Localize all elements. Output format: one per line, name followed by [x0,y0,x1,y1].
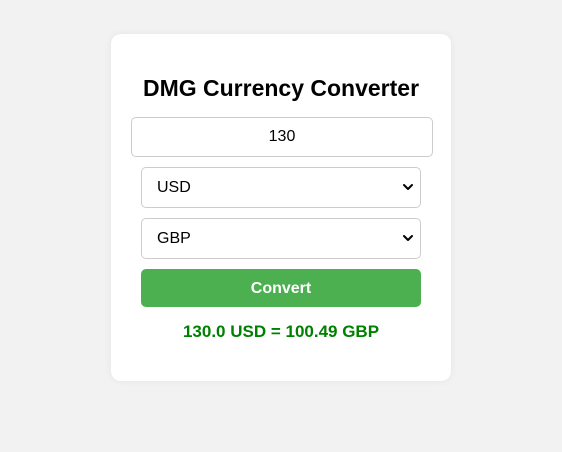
from-currency-value: USD [157,179,191,196]
to-currency-select[interactable]: GBP [141,218,421,259]
chevron-down-icon [403,184,413,190]
to-currency-value: GBP [157,230,191,247]
from-currency-select[interactable]: USD [141,167,421,208]
conversion-result: 130.0 USD = 100.49 GBP [182,322,380,341]
convert-button[interactable]: Convert [141,269,421,307]
amount-input[interactable] [131,117,433,157]
page-title: DMG Currency Converter [142,75,420,101]
chevron-down-icon [403,235,413,241]
converter-card: DMG Currency Converter USD GBP Convert 1… [111,34,451,381]
